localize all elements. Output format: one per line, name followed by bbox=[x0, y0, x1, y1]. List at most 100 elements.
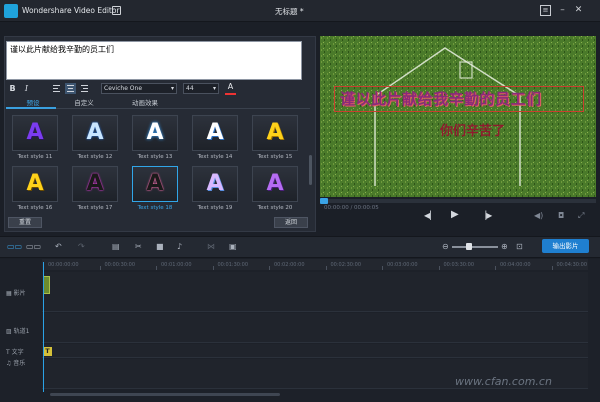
align-left-button[interactable] bbox=[51, 83, 62, 94]
subtitle-icon[interactable]: ▣ bbox=[229, 242, 237, 251]
style-thumbnail: A bbox=[72, 166, 118, 202]
italic-button[interactable]: I bbox=[22, 83, 31, 94]
delete-icon[interactable]: ■ bbox=[156, 242, 164, 251]
text-style-11[interactable]: A Text style 11 bbox=[12, 115, 58, 160]
menu-icon[interactable]: ≡ bbox=[540, 5, 551, 16]
tab-custom[interactable]: 自定义 bbox=[64, 98, 104, 108]
ruler-tick bbox=[99, 266, 101, 270]
font-size-select[interactable]: 44 ▾ bbox=[183, 83, 219, 94]
minimize-icon[interactable]: – bbox=[557, 5, 568, 16]
overlay-track-name: 轨道1 bbox=[13, 328, 30, 335]
record-voice-icon[interactable]: ♪ bbox=[177, 242, 182, 251]
ruler-tick bbox=[325, 266, 327, 270]
align-right-button[interactable] bbox=[79, 83, 90, 94]
video-track-label: ▦ 影片 bbox=[6, 288, 26, 297]
title-text-input[interactable]: 谨以此片献给我辛勤的员工们 bbox=[6, 41, 302, 80]
text-track-label: T 文字 bbox=[6, 347, 24, 356]
style-preview-glyph: A bbox=[26, 171, 44, 196]
text-style-19[interactable]: A Text style 19 bbox=[192, 166, 238, 211]
edit-toolbar bbox=[0, 236, 600, 258]
zoom-out-icon[interactable]: ⊖ bbox=[442, 242, 449, 251]
play-icon[interactable]: ▶ bbox=[451, 209, 459, 220]
style-thumbnail: A bbox=[132, 166, 178, 202]
style-thumbnail: A bbox=[132, 115, 178, 151]
style-label: Text style 16 bbox=[17, 205, 53, 211]
export-movie-button[interactable]: 输出影片 bbox=[542, 239, 589, 253]
volume-icon[interactable]: ◀) bbox=[534, 211, 543, 220]
app-title: Wondershare Video Editor bbox=[22, 6, 120, 15]
zoom-slider-track[interactable] bbox=[452, 246, 498, 248]
style-preview-glyph: A bbox=[86, 120, 104, 145]
save-icon[interactable] bbox=[112, 6, 121, 15]
snapshot-icon[interactable]: ◘ bbox=[558, 211, 564, 220]
ruler-time-label: 00:00:30:00 bbox=[104, 262, 136, 268]
style-thumbnail: A bbox=[252, 166, 298, 202]
style-thumbnail: A bbox=[192, 115, 238, 151]
playhead[interactable] bbox=[43, 262, 44, 392]
overlay-track[interactable] bbox=[42, 313, 588, 343]
previous-frame-icon[interactable]: ◀▏ bbox=[424, 211, 436, 220]
preview-subtitle-text[interactable]: 你们辛苦了 bbox=[440, 120, 505, 139]
ruler-time-label: 00:00:00:00 bbox=[48, 262, 79, 268]
video-preview[interactable] bbox=[320, 36, 596, 197]
text-style-14[interactable]: A Text style 14 bbox=[192, 115, 238, 160]
music-track-label: ♫ 音乐 bbox=[6, 358, 25, 367]
font-family-select[interactable]: Ceviche One ▾ bbox=[101, 83, 177, 94]
font-family-value: Ceviche One bbox=[104, 85, 143, 92]
ruler-tick bbox=[438, 266, 440, 270]
video-track[interactable] bbox=[42, 272, 588, 312]
text-track[interactable] bbox=[42, 344, 588, 358]
zoom-in-icon[interactable]: ⊕ bbox=[501, 242, 508, 251]
tab-animation[interactable]: 动画效果 bbox=[122, 98, 168, 108]
back-button[interactable]: 返回 bbox=[274, 217, 308, 228]
transition-icon[interactable]: ⋈ bbox=[207, 242, 215, 251]
text-style-20[interactable]: A Text style 20 bbox=[252, 166, 298, 211]
video-clip[interactable] bbox=[43, 276, 50, 294]
style-label: Text style 17 bbox=[77, 205, 113, 211]
ruler-time-label: 00:04:00:00 bbox=[500, 262, 531, 268]
align-center-button[interactable] bbox=[65, 83, 76, 94]
style-list-scrollbar[interactable] bbox=[309, 155, 312, 185]
storyboard-view-icon[interactable]: ▭▭ bbox=[7, 242, 22, 251]
ruler-time-label: 00:03:00:00 bbox=[387, 262, 418, 268]
split-icon[interactable]: ✂ bbox=[135, 242, 142, 251]
ruler-time-label: 00:03:30:00 bbox=[443, 262, 475, 268]
ruler-tick bbox=[495, 266, 496, 270]
ruler-time-label: 00:02:00:00 bbox=[274, 262, 305, 268]
timeline-scrollbar[interactable] bbox=[50, 393, 280, 396]
redo-icon[interactable]: ↷ bbox=[78, 242, 85, 251]
fullscreen-icon[interactable]: ⤢ bbox=[578, 211, 584, 221]
playback-seekbar[interactable] bbox=[320, 199, 596, 203]
bold-button[interactable]: B bbox=[8, 83, 17, 94]
style-thumbnail: A bbox=[252, 115, 298, 151]
text-clip[interactable]: T bbox=[43, 347, 52, 356]
reset-button[interactable]: 重置 bbox=[8, 217, 42, 228]
ruler-time-label: 00:01:30:00 bbox=[217, 262, 249, 268]
style-thumbnail: A bbox=[72, 115, 118, 151]
app-logo-icon bbox=[4, 4, 18, 18]
zoom-slider-handle[interactable] bbox=[466, 243, 472, 250]
text-style-16[interactable]: A Text style 16 bbox=[12, 166, 58, 211]
next-frame-icon[interactable]: ▕▶ bbox=[480, 211, 492, 220]
style-label: Text style 12 bbox=[77, 154, 113, 160]
text-style-18[interactable]: A Text style 18 bbox=[132, 166, 178, 211]
font-size-value: 44 bbox=[186, 85, 194, 92]
text-style-13[interactable]: A Text style 13 bbox=[132, 115, 178, 160]
undo-icon[interactable]: ↶ bbox=[55, 242, 62, 251]
edit-clip-icon[interactable]: ▤ bbox=[112, 242, 120, 251]
text-style-15[interactable]: A Text style 15 bbox=[252, 115, 298, 160]
overlay-track-label: ▨ 轨道1 bbox=[6, 326, 29, 335]
style-label: Text style 13 bbox=[137, 154, 173, 160]
timecode-display: 00:00:00 / 00:00:05 bbox=[324, 205, 379, 211]
seek-handle[interactable] bbox=[320, 198, 328, 204]
chevron-down-icon: ▾ bbox=[212, 85, 216, 92]
timeline-view-icon[interactable]: ▭▭ bbox=[26, 242, 41, 251]
fit-timeline-icon[interactable]: ⊡ bbox=[516, 242, 523, 251]
style-label: Text style 11 bbox=[17, 154, 53, 160]
text-style-17[interactable]: A Text style 17 bbox=[72, 166, 118, 211]
text-style-12[interactable]: A Text style 12 bbox=[72, 115, 118, 160]
text-track-name: 文字 bbox=[11, 349, 24, 356]
preview-title-text[interactable]: 谨以此片献给我辛勤的员工们 bbox=[340, 88, 542, 109]
close-icon[interactable]: ✕ bbox=[573, 5, 584, 16]
font-color-swatch bbox=[225, 93, 236, 95]
